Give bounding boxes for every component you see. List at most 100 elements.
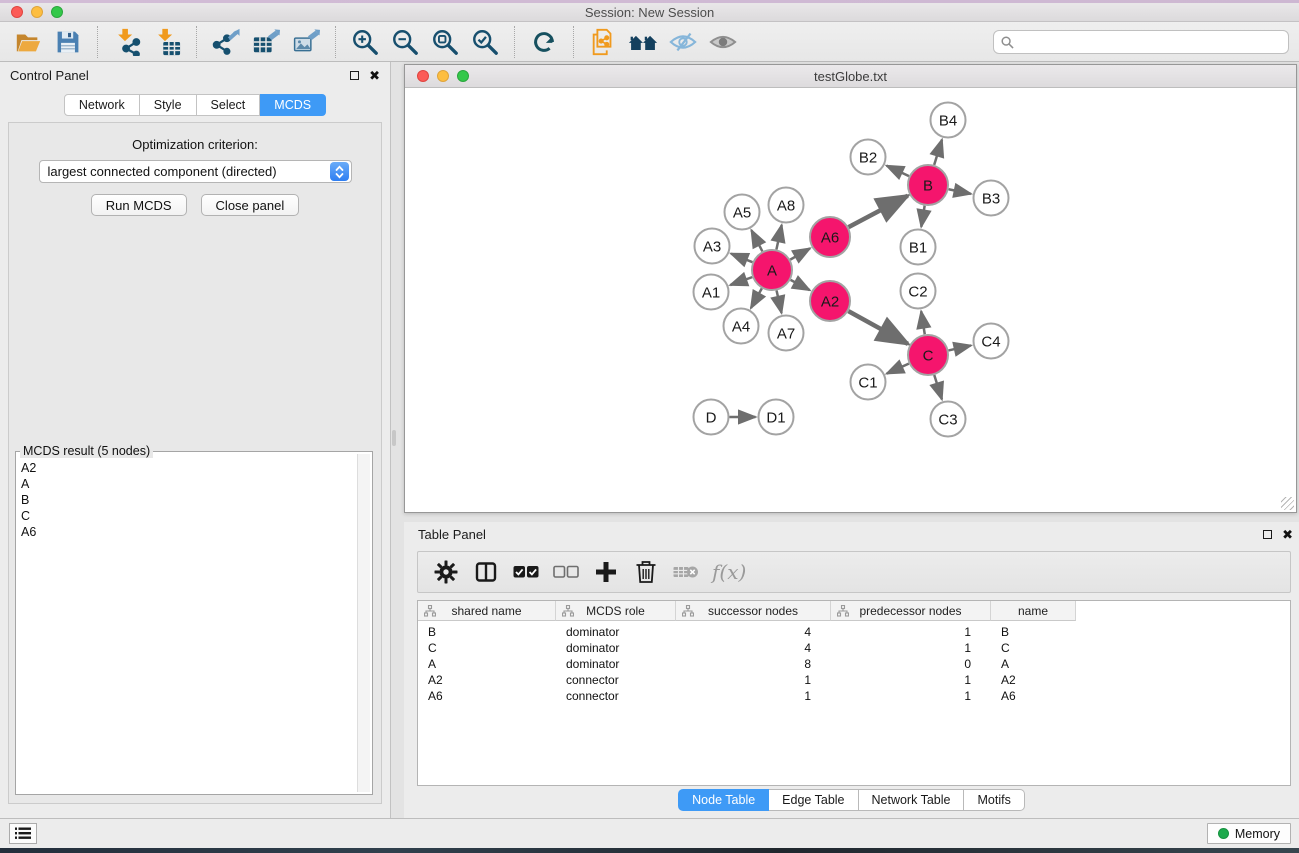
column-header-mcds-role[interactable]: MCDS role [556,601,676,621]
table-cell[interactable]: 1 [831,688,991,704]
table-cell[interactable]: 1 [676,688,831,704]
export-network-button[interactable] [206,25,246,59]
zoom-window-button[interactable] [51,6,63,18]
close-window-button[interactable] [11,6,23,18]
graph-node-C4[interactable]: C4 [974,324,1009,359]
table-cell[interactable]: dominator [556,656,676,672]
search-box[interactable] [993,30,1289,54]
graph-node-A2[interactable]: A2 [810,281,850,321]
minimize-window-button[interactable] [31,6,43,18]
graph-edge-A-A1[interactable] [730,277,752,285]
table-cell[interactable]: C [991,640,1076,656]
delete-row-button[interactable] [628,555,664,589]
table-cell[interactable]: B [418,624,556,640]
mcds-result-item[interactable]: C [18,508,356,524]
graph-node-D[interactable]: D [694,400,729,435]
close-panel-button[interactable]: Close panel [201,194,300,216]
show-column-button[interactable] [468,555,504,589]
tab-motifs[interactable]: Motifs [964,789,1024,811]
graph-node-A1[interactable]: A1 [694,275,729,310]
function-builder-button[interactable]: f(x) [712,560,746,584]
zoom-in-button[interactable] [345,25,385,59]
task-history-button[interactable] [9,823,37,844]
select-all-button[interactable] [508,555,544,589]
show-all-button[interactable] [703,25,743,59]
graph-node-A8[interactable]: A8 [769,188,804,223]
add-row-button[interactable] [588,555,624,589]
table-cell[interactable]: 8 [676,656,831,672]
table-cell[interactable]: A [418,656,556,672]
run-mcds-button[interactable]: Run MCDS [91,194,187,216]
graph-node-A5[interactable]: A5 [725,195,760,230]
graph-edge-B-B4[interactable] [934,140,942,165]
graph-node-B4[interactable]: B4 [931,103,966,138]
graph-edge-C-C3[interactable] [934,375,942,399]
table-cell[interactable]: 1 [831,640,991,656]
table-cell[interactable]: connector [556,688,676,704]
table-row[interactable]: Adominator80A [418,656,1290,672]
table-row[interactable]: Bdominator41B [418,624,1290,640]
node-table[interactable]: shared name MCDS role successor nodes pr… [417,600,1291,786]
graph-edge-B-B1[interactable] [921,206,924,227]
graph-node-A4[interactable]: A4 [724,309,759,344]
mcds-result-item[interactable]: B [18,492,356,508]
zoom-selected-button[interactable] [465,25,505,59]
table-cell[interactable]: 1 [831,672,991,688]
graph-edge-B-B3[interactable] [949,189,971,194]
tab-mcds[interactable]: MCDS [260,94,326,116]
graph-node-B1[interactable]: B1 [901,230,936,265]
mcds-result-list[interactable]: A2ABCA6 [18,460,356,792]
graph-node-A7[interactable]: A7 [769,316,804,351]
graph-node-B2[interactable]: B2 [851,140,886,175]
table-cell[interactable]: A6 [991,688,1076,704]
zoom-out-button[interactable] [385,25,425,59]
table-cell[interactable]: A2 [991,672,1076,688]
export-table-button[interactable] [246,25,286,59]
refresh-button[interactable] [524,25,564,59]
mcds-result-item[interactable]: A2 [18,460,356,476]
graph-edge-C-C4[interactable] [948,345,970,350]
table-row[interactable]: Cdominator41C [418,640,1290,656]
graph-edge-A2-C[interactable] [848,311,907,344]
search-input[interactable] [1019,35,1288,49]
mcds-result-item[interactable]: A6 [18,524,356,540]
graph-node-C[interactable]: C [908,335,948,375]
float-table-panel-icon[interactable] [1263,530,1272,539]
table-cell[interactable]: A2 [418,672,556,688]
graph-edge-A-A8[interactable] [776,225,781,249]
graph-node-C3[interactable]: C3 [931,402,966,437]
delete-table-button[interactable] [668,555,704,589]
zoom-fit-button[interactable] [425,25,465,59]
hide-selected-button[interactable] [663,25,703,59]
window-resize-grip[interactable] [1281,497,1294,510]
graph-node-A3[interactable]: A3 [695,229,730,264]
tab-edge-table[interactable]: Edge Table [769,789,858,811]
tab-select[interactable]: Select [197,94,261,116]
duplicate-network-button[interactable] [583,25,623,59]
network-canvas[interactable]: B4B2BB3A8A5A6A3B1AC2A1A2A4A7C4CC1DD1C3 [405,88,1296,512]
graph-edge-A6-B[interactable] [849,196,908,227]
table-cell[interactable]: A [991,656,1076,672]
table-settings-button[interactable] [428,555,464,589]
network-view-window[interactable]: testGlobe.txt B4B2BB3A8A5A6A3B1AC2A1A2A4… [404,64,1297,513]
table-cell[interactable]: 1 [831,624,991,640]
graph-edge-A-A4[interactable] [751,288,762,308]
graph-edge-C-C2[interactable] [921,311,925,334]
float-panel-icon[interactable] [350,71,359,80]
tab-network[interactable]: Network [64,94,140,116]
table-cell[interactable]: 1 [676,672,831,688]
import-network-button[interactable] [107,25,147,59]
main-titlebar[interactable]: Session: New Session [0,3,1299,22]
table-cell[interactable]: dominator [556,624,676,640]
table-cell[interactable]: 0 [831,656,991,672]
splitter-handle[interactable] [392,430,396,446]
network-close-button[interactable] [417,70,429,82]
table-cell[interactable]: B [991,624,1076,640]
open-session-button[interactable] [8,25,48,59]
tab-network-table[interactable]: Network Table [859,789,965,811]
graph-edge-A-A7[interactable] [777,290,782,312]
deselect-all-button[interactable] [548,555,584,589]
table-cell[interactable]: A6 [418,688,556,704]
table-cell[interactable]: connector [556,672,676,688]
graph-node-A6[interactable]: A6 [810,217,850,257]
